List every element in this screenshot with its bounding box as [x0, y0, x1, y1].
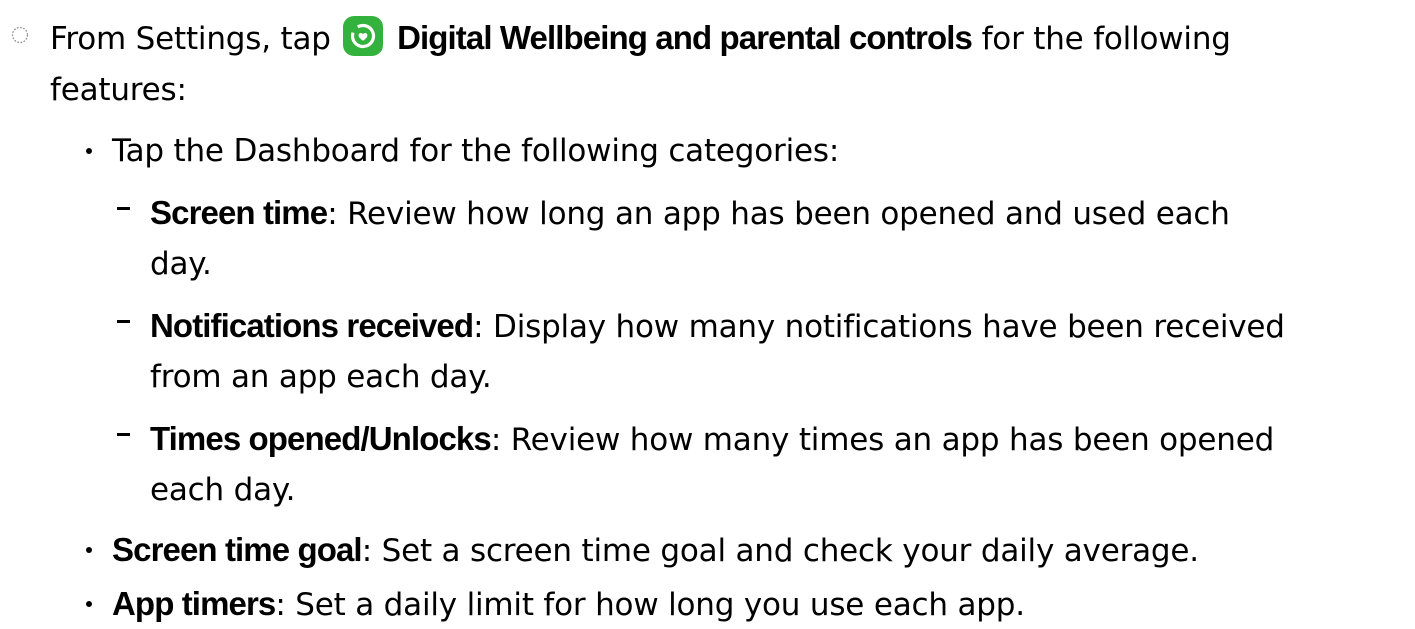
category-text: : Review how many times an app has been …: [490, 422, 1275, 458]
feature-text: : Set a daily limit for how long you use…: [275, 587, 1025, 623]
step-circle-icon: [11, 26, 29, 44]
sub-bullet-dash: [117, 433, 130, 436]
dashboard-intro-text: Tap the Dashboard for the following cate…: [112, 133, 840, 169]
step-line-1: From Settings, tap Digital Wellbeing and…: [50, 16, 1231, 59]
category-text-continued: from an app each day.: [150, 359, 492, 395]
category-times-opened-line-1: Times opened/Unlocks: Review how many ti…: [150, 419, 1274, 460]
sub-bullet-dash: [117, 320, 130, 323]
feature-text: : Set a screen time goal and check your …: [361, 533, 1199, 569]
feature-screen-time-goal: Screen time goal: Set a screen time goal…: [112, 530, 1199, 571]
category-title: Screen time: [150, 194, 328, 231]
category-text: : Display how many notifications have be…: [473, 309, 1285, 345]
category-screen-time-line-2: day.: [150, 244, 212, 284]
sub-bullet-dash: [117, 207, 130, 210]
bullet-dot: [86, 547, 92, 553]
feature-title: App timers: [112, 585, 276, 622]
app-name: Digital Wellbeing and parental controls: [397, 19, 973, 56]
digital-wellbeing-icon: [343, 16, 384, 56]
feature-title: Screen time goal: [112, 531, 363, 568]
category-notifications-line-2: from an app each day.: [150, 357, 492, 397]
category-title: Times opened/Unlocks: [150, 420, 492, 457]
step-suffix: for the following: [981, 21, 1231, 57]
bullet-dot: [86, 148, 92, 154]
category-text-continued: each day.: [150, 472, 296, 508]
step-suffix-continued: features:: [50, 72, 187, 108]
bullet-dot: [86, 601, 92, 607]
step-line-2: features:: [50, 70, 187, 110]
category-text-continued: day.: [150, 246, 212, 282]
step-prefix: From Settings, tap: [50, 21, 331, 57]
feature-app-timers: App timers: Set a daily limit for how lo…: [112, 584, 1025, 625]
category-text: : Review how long an app has been opened…: [327, 196, 1230, 232]
category-times-opened-line-2: each day.: [150, 470, 295, 510]
category-notifications-line-1: Notifications received: Display how many…: [150, 306, 1285, 347]
category-screen-time-line-1: Screen time: Review how long an app has …: [150, 193, 1230, 234]
category-title: Notifications received: [150, 307, 474, 344]
dashboard-intro: Tap the Dashboard for the following cate…: [112, 131, 839, 171]
instruction-document: From Settings, tap Digital Wellbeing and…: [0, 0, 1415, 629]
